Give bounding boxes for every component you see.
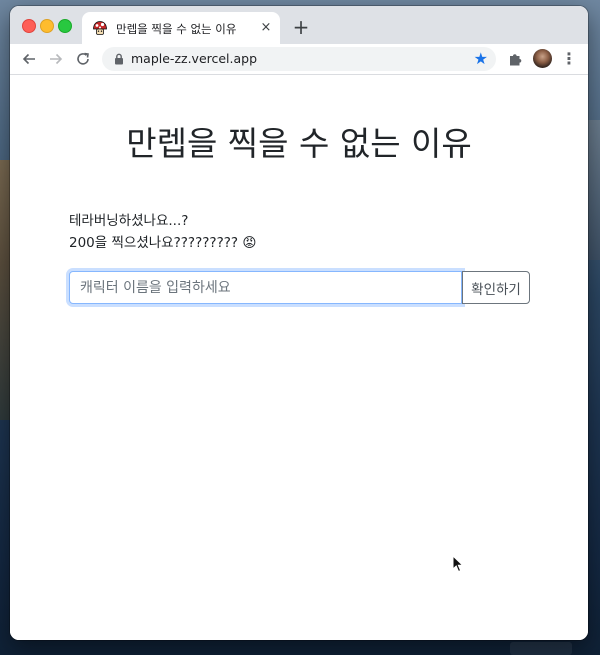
minimize-window-button[interactable] <box>40 19 54 33</box>
confirm-button[interactable]: 확인하기 <box>462 271 530 304</box>
title-bar: 만렙을 찍을 수 없는 이유 × + <box>10 6 588 44</box>
plus-icon[interactable]: + <box>290 17 312 39</box>
address-bar[interactable]: maple-zz.vercel.app ★ <box>102 47 496 71</box>
puzzle-extension-icon[interactable] <box>507 50 525 68</box>
desktop-wallpaper-right <box>586 120 600 260</box>
description-line-1: 테라버닝하셨나요...? <box>69 213 189 229</box>
reload-icon[interactable] <box>72 48 94 70</box>
url-text: maple-zz.vercel.app <box>131 51 258 66</box>
tab-title: 만렙을 찍을 수 없는 이유 <box>116 22 237 36</box>
avatar[interactable] <box>533 49 552 68</box>
browser-tab[interactable]: 만렙을 찍을 수 없는 이유 × <box>82 12 280 44</box>
page-content: 만렙을 찍을 수 없는 이유 테라버닝하셨나요...? 200을 찍으셨나요??… <box>10 75 588 640</box>
character-name-input[interactable] <box>69 271 462 304</box>
forward-arrow-icon[interactable] <box>45 48 67 70</box>
close-window-button[interactable] <box>22 19 36 33</box>
browser-window: 만렙을 찍을 수 없는 이유 × + maple-zz.vercel.app ★… <box>10 6 588 640</box>
zoom-window-button[interactable] <box>58 19 72 33</box>
mouse-cursor-icon <box>452 555 464 573</box>
close-icon[interactable]: × <box>258 20 274 36</box>
description-line-2: 200을 찍으셨나요????????? 😡 <box>69 235 257 251</box>
page-title: 만렙을 찍을 수 없는 이유 <box>126 124 472 163</box>
star-icon[interactable]: ★ <box>474 49 488 69</box>
lock-icon <box>115 53 123 65</box>
character-search-group: 확인하기 <box>69 271 531 304</box>
description: 테라버닝하셨나요...? 200을 찍으셨나요????????? 😡 <box>69 210 256 254</box>
kebab-menu-icon[interactable]: ⋮ <box>560 49 578 69</box>
watermark <box>510 642 572 655</box>
back-arrow-icon[interactable] <box>18 48 40 70</box>
mushroom-favicon-icon <box>93 21 107 35</box>
browser-toolbar: maple-zz.vercel.app ★ ⋮ <box>10 44 588 75</box>
